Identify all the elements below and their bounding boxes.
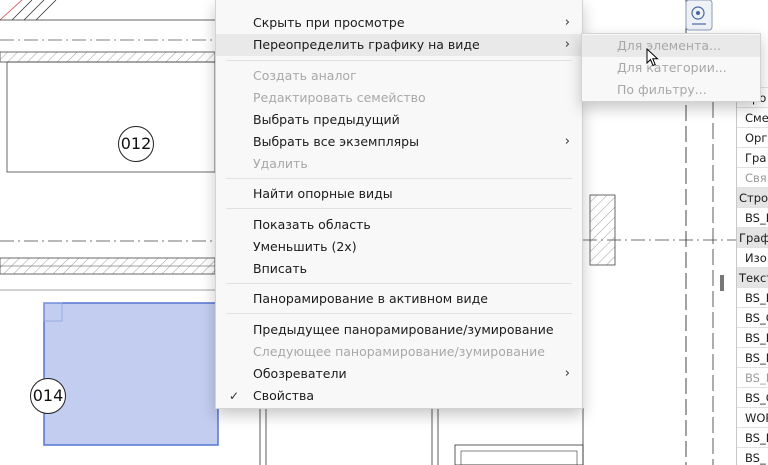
properties-row[interactable]: BS_E [737,368,768,388]
context-menu-item: Редактировать семейство [216,87,582,109]
context-menu-item[interactable]: Панорамирование в активном виде [216,288,582,310]
context-menu-item-label: Предыдущее панорамирование/зумирование [253,322,554,337]
menu-separator [226,313,572,314]
menu-separator [226,60,572,61]
context-menu-item-label: Свойства [253,388,315,403]
wall-hatch-top-left [0,0,215,21]
context-menu-item-label: Выбрать предыдущий [253,112,400,127]
properties-panel[interactable]: УроСмеОргГраСвяСтроBS_EГрафИзоТекстBS_HB… [736,60,768,465]
wall-band-top [0,51,216,63]
context-menu-item-label: Следующее панорамирование/зумирование [253,344,545,359]
context-menu[interactable]: Скрыть при просмотре › Переопределить граф… [215,0,583,409]
properties-row[interactable]: BS_D [737,428,768,448]
properties-row[interactable]: Орг [737,128,768,148]
context-menu-item-label: Найти опорные виды [253,186,393,201]
context-menu-item-label: Показать область [253,217,371,232]
context-menu-item-label: Создать аналог [253,68,357,83]
context-menu-item: Создать аналог [216,65,582,87]
context-menu-item-label: Панорамирование в активном виде [253,291,488,306]
properties-row[interactable]: WOR [737,408,768,428]
context-menu-item[interactable]: Обозреватели › [216,363,582,385]
context-menu-item[interactable]: Показать область [216,214,582,236]
submenu-item: По фильтру... [617,82,707,97]
context-menu-item[interactable]: Вписать [216,258,582,280]
chevron-right-icon: › [564,366,570,381]
properties-row[interactable]: BS_ [737,448,768,465]
context-menu-item-label: Редактировать семейство [253,90,426,105]
properties-row[interactable]: BS_E [737,208,768,228]
room-tag-014[interactable]: 014 [30,378,66,414]
properties-group-header[interactable]: Текст [737,268,768,288]
context-menu-item-label: Обозреватели [253,366,347,381]
context-menu-item-label: Скрыть при просмотре [253,15,405,30]
properties-row[interactable]: BS_N [737,348,768,368]
context-menu-item-label: Вписать [253,261,308,276]
room-012-outline [6,61,216,173]
chevron-right-icon: › [564,37,570,52]
context-menu-item[interactable]: Уменьшить (2x) [216,236,582,258]
room-tag-012[interactable]: 012 [118,126,154,162]
context-menu-item-label: Удалить [253,156,308,171]
column-hatch [589,194,616,266]
properties-row[interactable]: Свя [737,168,768,188]
properties-group-header[interactable]: Граф [737,228,768,248]
menu-separator [226,283,572,284]
check-icon: ✓ [229,389,240,403]
context-menu-item[interactable]: ✓ Свойства [216,385,582,407]
properties-row[interactable]: Изо [737,248,768,268]
context-menu-item-label: Переопределить графику на виде [253,37,480,52]
properties-row[interactable]: Гра [737,148,768,168]
context-menu-item[interactable]: Выбрать предыдущий [216,109,582,131]
submenu-item: Для элемента... [582,35,760,57]
override-graphics-submenu[interactable]: Для элемента... Для категории... По фильтр… [581,33,761,102]
context-menu-item: Следующее панорамирование/зумирование [216,341,582,363]
context-menu-item[interactable]: Выбрать все экземпляры › [216,131,582,153]
context-menu-item: Удалить [216,153,582,175]
cursor-arrow-icon [646,48,659,67]
submenu-item: Для категории... [617,60,727,75]
menu-separator [226,178,572,179]
context-menu-item-label: Уменьшить (2x) [253,239,357,254]
context-menu-item[interactable]: Переопределить графику на виде › [216,34,582,56]
properties-row[interactable]: BS_H [737,288,768,308]
properties-row[interactable]: Сме [737,108,768,128]
context-menu-item-label: Выбрать все экземпляры [253,134,419,149]
context-menu-item[interactable]: Скрыть при просмотре › [216,12,582,34]
chevron-right-icon: › [564,134,570,149]
panel-splitter-handle[interactable] [720,275,724,291]
context-menu-item[interactable]: Найти опорные виды [216,183,582,205]
properties-row[interactable]: BS_C [737,308,768,328]
properties-row[interactable]: BS_C [737,388,768,408]
properties-row[interactable]: BS_I [737,328,768,348]
chevron-right-icon: › [564,15,570,30]
room-014-selected[interactable] [43,302,219,446]
context-menu-item[interactable]: Предыдущее панорамирование/зумирование [216,319,582,341]
properties-group-header[interactable]: Стро [737,188,768,208]
menu-separator [226,208,572,209]
